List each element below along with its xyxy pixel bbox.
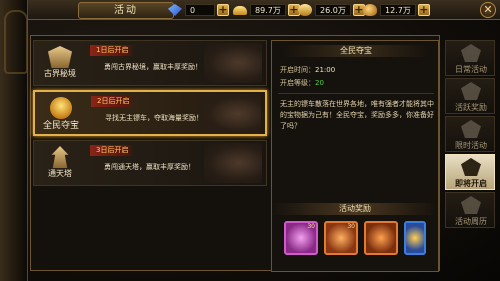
coin-value: 12.7万 bbox=[380, 4, 416, 16]
tab-timed[interactable]: 限时活动 bbox=[445, 116, 495, 152]
activity-name: 古界秘境 bbox=[44, 69, 76, 78]
tab-label: 活动周历 bbox=[455, 217, 487, 226]
activity-entry[interactable]: 通天塔 3日后开启 勇闯通天塔，赢取丰厚奖励！ bbox=[33, 140, 267, 186]
orange-orb-reward-icon[interactable] bbox=[364, 221, 398, 255]
tab-label: 限时活动 bbox=[455, 141, 487, 150]
tab-active-reward[interactable]: 活跃奖励 bbox=[445, 78, 495, 114]
detail-title: 全民夺宝 bbox=[282, 45, 430, 57]
window-title: 活动 bbox=[78, 2, 174, 19]
open-level-label: 开启等级： bbox=[280, 79, 315, 87]
currency-bound: 26.0万 + bbox=[298, 3, 365, 17]
orange-relic-reward-icon[interactable]: 30 bbox=[324, 221, 358, 255]
tab-daily[interactable]: 日常活动 bbox=[445, 40, 495, 76]
coin-bag-icon bbox=[363, 4, 377, 16]
pink-gem-reward-icon[interactable]: 30 bbox=[284, 221, 318, 255]
open-time-row: 开启时间：21:00 bbox=[280, 65, 335, 75]
treasure-chest-reward-icon[interactable] bbox=[404, 221, 426, 255]
activity-name: 全民夺宝 bbox=[42, 121, 79, 131]
tab-label: 即将开启 bbox=[455, 179, 487, 188]
diamond-value: 0 bbox=[185, 4, 215, 16]
tab-label: 活跃奖励 bbox=[455, 103, 487, 112]
activity-banner-art bbox=[204, 43, 262, 83]
diamond-icon bbox=[168, 4, 182, 16]
activity-description: 寻找无主镖车，夺取海量奖励！ bbox=[105, 114, 203, 122]
bound-value: 26.0万 bbox=[315, 4, 351, 16]
daily-icon bbox=[461, 44, 481, 62]
tab-upcoming[interactable]: 即将开启 bbox=[445, 154, 495, 190]
open-time-label: 开启时间： bbox=[280, 66, 315, 74]
add-diamond-button[interactable]: + bbox=[217, 4, 229, 16]
activity-name: 通天塔 bbox=[48, 169, 72, 178]
open-level-value: 20 bbox=[315, 79, 324, 87]
currency-diamond: 0 + bbox=[168, 3, 229, 17]
activity-description: 勇闯通天塔，赢取丰厚奖励！ bbox=[104, 163, 195, 171]
add-coin-button[interactable]: + bbox=[417, 4, 430, 16]
activity-detail-panel: 全民夺宝 开启时间：21:00 开启等级：20 无主的镖车散落在世界各地，唯有强… bbox=[271, 40, 439, 272]
active-reward-icon bbox=[461, 82, 481, 100]
open-level-row: 开启等级：20 bbox=[280, 78, 324, 88]
activity-long-description: 无主的镖车散落在世界各地，唯有强者才能将其中的宝物据为己有！全民夺宝，奖励多多，… bbox=[280, 100, 434, 130]
activity-list: 古界秘境 1日后开启 勇闯古界秘境，赢取丰厚奖励！ 全民夺宝 2日后开启 寻找无… bbox=[33, 38, 267, 268]
timed-icon bbox=[461, 120, 481, 138]
divider bbox=[278, 93, 434, 94]
category-tabs: 日常活动 活跃奖励 限时活动 即将开启 活动周历 bbox=[443, 38, 497, 270]
reward-count: 30 bbox=[347, 223, 355, 230]
reward-section-title: 活动奖励 bbox=[272, 203, 438, 215]
open-time-value: 21:00 bbox=[315, 66, 336, 74]
tab-calendar[interactable]: 活动周历 bbox=[445, 192, 495, 228]
upcoming-icon bbox=[461, 158, 481, 176]
open-countdown-ribbon: 1日后开启 bbox=[90, 45, 135, 56]
open-countdown-ribbon: 2日后开启 bbox=[91, 96, 136, 107]
activity-description: 勇闯古界秘境，赢取丰厚奖励！ bbox=[104, 63, 202, 71]
top-bar: 活动 0 + 89.7万 + 26.0万 + 12.7万 + ✕ bbox=[28, 0, 500, 20]
activity-entry-selected[interactable]: 全民夺宝 2日后开启 寻找无主镖车，夺取海量奖励！ bbox=[33, 90, 267, 136]
activity-banner-art bbox=[204, 143, 262, 183]
tab-label: 日常活动 bbox=[455, 65, 487, 74]
dragon-border-ornament bbox=[0, 0, 28, 281]
gold-value: 89.7万 bbox=[250, 4, 286, 16]
bound-ingot-icon bbox=[298, 4, 312, 16]
activity-banner-art bbox=[203, 94, 261, 134]
gold-ingot-icon bbox=[233, 5, 247, 15]
close-button[interactable]: ✕ bbox=[480, 2, 496, 18]
calendar-icon bbox=[461, 196, 481, 214]
currency-coin: 12.7万 + bbox=[363, 3, 430, 17]
reward-count: 30 bbox=[307, 223, 315, 230]
currency-gold: 89.7万 + bbox=[233, 3, 300, 17]
activity-entry[interactable]: 古界秘境 1日后开启 勇闯古界秘境，赢取丰厚奖励！ bbox=[33, 40, 267, 86]
open-countdown-ribbon: 3日后开启 bbox=[90, 145, 135, 156]
